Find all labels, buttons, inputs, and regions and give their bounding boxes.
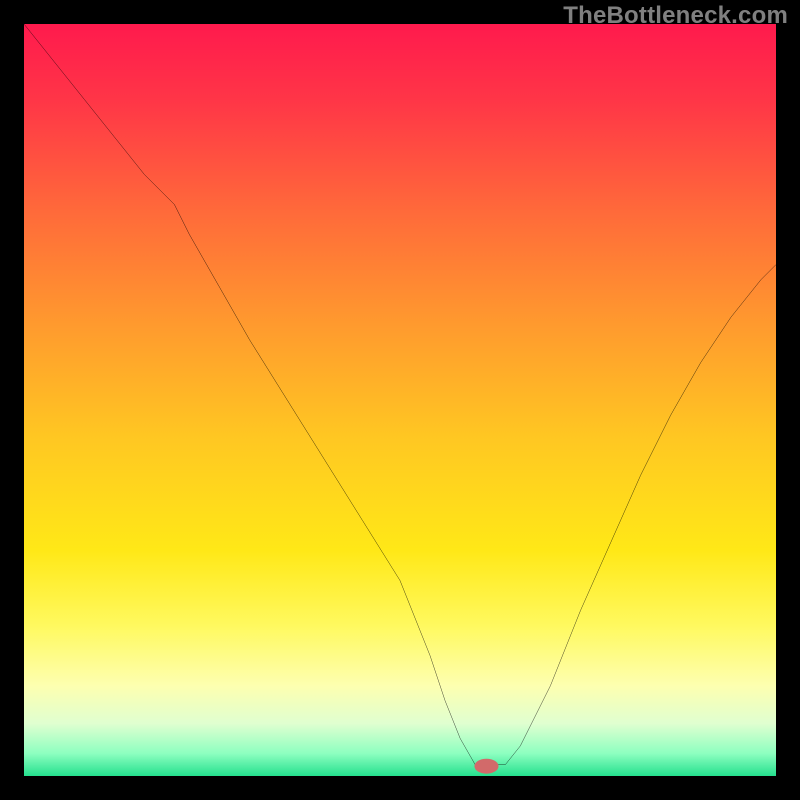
minimum-marker	[474, 759, 498, 774]
chart-background	[24, 24, 776, 776]
bottleneck-chart	[24, 24, 776, 776]
chart-frame: { "watermark": "TheBottleneck.com", "cha…	[0, 0, 800, 800]
